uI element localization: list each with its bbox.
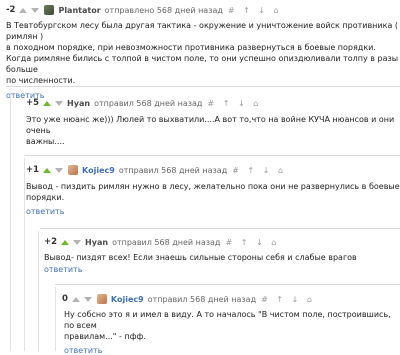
comment-score: +2 [44, 237, 58, 247]
vote-up-icon[interactable] [71, 296, 80, 302]
vote-down-icon[interactable] [73, 239, 82, 245]
comment-timestamp: отправил 568 дней назад [112, 237, 221, 247]
comment-body: Вывод- пиздят всех! Если знаешь сильные … [38, 252, 400, 263]
comment-author[interactable]: Plantator [58, 6, 100, 15]
comment-author[interactable]: Kojiec9 [82, 166, 115, 175]
comment-tool-icons[interactable]: # ↑ ↓ ⌂ [261, 295, 315, 304]
comment-line: в походном порядке, при невозможности пр… [6, 43, 376, 52]
comment-timestamp: отправил 568 дней назад [94, 98, 203, 108]
vote-up-icon[interactable] [43, 100, 52, 106]
comment-author[interactable]: Hyan [67, 99, 90, 108]
comment-line: Вывод- пиздят всех! Если знаешь сильные … [44, 253, 357, 262]
comment-tool-icons[interactable]: # ↑ ↓ ⌂ [207, 99, 261, 108]
avatar[interactable] [44, 5, 55, 15]
vote-up-icon[interactable] [43, 167, 52, 173]
vote-up-icon[interactable] [19, 7, 28, 13]
comment-body: Вывод - пиздить римлян нужно в лесу, жел… [20, 181, 400, 203]
vote-down-icon[interactable] [83, 296, 92, 302]
comment-score: +5 [26, 98, 40, 108]
comment-timestamp: отправил 568 дней назад [147, 294, 257, 304]
comment-tool-icons[interactable]: # ↑ ↓ ⌂ [228, 6, 282, 15]
comment-author[interactable]: Hyan [85, 238, 108, 247]
comment-score: +1 [26, 165, 40, 175]
divider [24, 155, 400, 156]
comment-author[interactable]: Kojiec9 [111, 295, 144, 304]
comment-line: Это уже нюанс же))) Люлей то выхватили..… [26, 115, 395, 135]
comment: 0 Kojiec9 отправил 568 дней назад # ↑ ↓ … [56, 292, 400, 355]
comment-line: Ну собсно это я и имел в виду. А то нача… [64, 310, 391, 330]
avatar[interactable] [96, 294, 107, 304]
comment-header: +2 Hyan отправил 568 дней назад # ↑ ↓ ⌂ [38, 235, 400, 249]
reply-link[interactable]: ответить [20, 207, 400, 216]
comment-body: Ну собсно это я и имел в виду. А то нача… [56, 309, 400, 342]
avatar[interactable] [68, 165, 79, 175]
vote-down-icon[interactable] [31, 7, 40, 13]
comment-line: Когда римляне бились с толпой в чистом п… [6, 54, 399, 74]
comment-header: +5 Hyan отправил 568 дней назад # ↑ ↓ ⌂ [20, 96, 400, 110]
comment-score: 0 [62, 294, 68, 304]
comment: +1 Kojiec9 отправил 568 дней назад # ↑ ↓… [20, 163, 400, 216]
divider [40, 228, 400, 229]
comment-line: важны.... [26, 137, 65, 146]
comment-body: Это уже нюанс же))) Люлей то выхватили..… [20, 114, 400, 147]
comment-line: порядки. [26, 193, 65, 202]
divider [6, 86, 400, 87]
comment-score: -2 [6, 5, 16, 15]
comment-header: +1 Kojiec9 отправил 568 дней назад # ↑ ↓… [20, 163, 400, 177]
comment: +2 Hyan отправил 568 дней назад # ↑ ↓ ⌂ … [38, 235, 400, 274]
comment-line: правилам..." - пфф. [64, 332, 146, 341]
comment-line: В Тевтобургском лесу была другая тактика… [6, 21, 399, 41]
comment-timestamp: отправлено 568 дней назад [104, 5, 223, 15]
comment-tool-icons[interactable]: # ↑ ↓ ⌂ [225, 238, 279, 247]
comment-timestamp: отправил 568 дней назад [118, 165, 228, 175]
comment-header: -2 Plantator отправлено 568 дней назад #… [0, 3, 400, 17]
comment-line: по численности. [6, 76, 76, 85]
vote-up-icon[interactable] [61, 239, 70, 245]
vote-down-icon[interactable] [55, 167, 64, 173]
comment: +5 Hyan отправил 568 дней назад # ↑ ↓ ⌂ … [20, 96, 400, 147]
thread-line [10, 92, 11, 351]
comment-tool-icons[interactable]: # ↑ ↓ ⌂ [232, 166, 286, 175]
divider [55, 284, 400, 285]
comment-body: В Тевтобургском лесу была другая тактика… [0, 20, 400, 86]
vote-down-icon[interactable] [55, 100, 64, 106]
reply-link[interactable]: ответить [38, 265, 400, 274]
comment-line: Вывод - пиздить римлян нужно в лесу, жел… [26, 182, 400, 191]
comment-header: 0 Kojiec9 отправил 568 дней назад # ↑ ↓ … [56, 292, 400, 306]
